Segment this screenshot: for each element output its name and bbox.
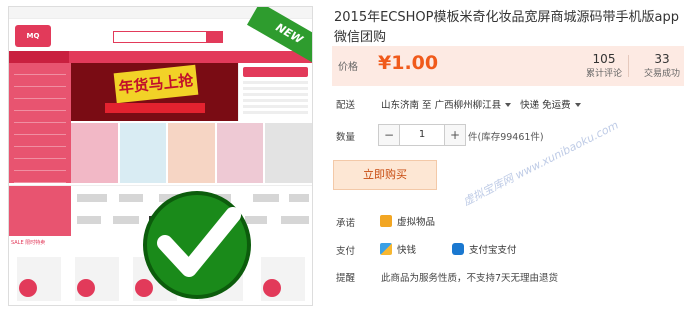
commit-text: 虚拟物品 [397, 217, 436, 228]
delivery-row: 山东济南 至 广西柳州柳江县 快递 免运费 [381, 97, 587, 111]
preview-promos [71, 123, 312, 183]
kuaiqian-icon [380, 243, 392, 255]
preview-search [113, 31, 223, 43]
delivery-to-select[interactable]: 广西柳州柳江县 [435, 100, 518, 111]
virtual-goods-icon [380, 215, 392, 227]
quantity-plus-button[interactable]: + [444, 124, 466, 146]
review-count: 105 [592, 52, 616, 66]
price-panel: 价格 ¥1.00 105 累计评论 33 交易成功 [332, 46, 684, 86]
quantity-minus-button[interactable]: − [378, 124, 400, 146]
pay-label: 支付 [336, 246, 356, 257]
trade-stat: 33 交易成功 [636, 51, 688, 81]
commit-label: 承诺 [336, 218, 356, 229]
delivery-method-select[interactable]: 快递 免运费 [520, 100, 587, 111]
review-label: 累计评论 [585, 69, 622, 79]
review-stat[interactable]: 105 累计评论 [578, 51, 630, 81]
stock-text: 件(库存99461件) [468, 132, 544, 143]
price-label: 价格 [338, 62, 358, 73]
stat-divider [628, 55, 629, 77]
delivery-label: 配送 [336, 100, 356, 111]
preview-banner-text: 年货马上抢 [113, 64, 199, 104]
price-value: ¥1.00 [378, 52, 439, 74]
quantity-label: 数量 [336, 132, 356, 143]
quantity-input[interactable]: 1 [400, 124, 444, 146]
trade-label: 交易成功 [643, 69, 680, 79]
trade-count: 33 [654, 52, 670, 66]
buy-now-button[interactable]: 立即购买 [333, 160, 437, 190]
preview-login-box [238, 63, 312, 121]
pay-method-label: 支付宝支付 [469, 245, 517, 256]
product-preview-image[interactable]: MQ NEW 年货马上抢 SALE 限时特卖 [8, 6, 313, 306]
quantity-stepper: − 1 + [378, 124, 466, 146]
preview-sale-title: SALE 限时特卖 [11, 240, 46, 246]
preview-header: MQ NEW [9, 7, 312, 66]
alipay-icon [452, 243, 464, 255]
preview-body: 年货马上抢 [9, 63, 312, 183]
preview-logo: MQ [15, 25, 51, 47]
delivery-method: 快递 免运费 [520, 100, 571, 111]
chevron-down-icon [574, 103, 581, 107]
preview-banner: 年货马上抢 [71, 63, 239, 121]
pay-method-kuaiqian: 快钱 [380, 242, 416, 256]
pay-method-label: 快钱 [397, 245, 417, 256]
tip-text: 此商品为服务性质，不支持7天无理由退货 [381, 273, 559, 284]
tip-label: 提醒 [336, 273, 356, 284]
preview-nav [9, 51, 312, 63]
delivery-to: 广西柳州柳江县 [434, 100, 502, 111]
preview-category-sidebar [9, 63, 71, 183]
product-title: 2015年ECSHOP模板米奇化妆品宽屏商城源码带手机版app微信团购 [334, 10, 679, 45]
commit-value: 虚拟物品 [380, 214, 435, 228]
pay-method-alipay: 支付宝支付 [452, 242, 517, 256]
checkmark-icon [143, 191, 251, 299]
delivery-from: 山东济南 至 [381, 100, 432, 111]
chevron-down-icon [505, 103, 512, 107]
